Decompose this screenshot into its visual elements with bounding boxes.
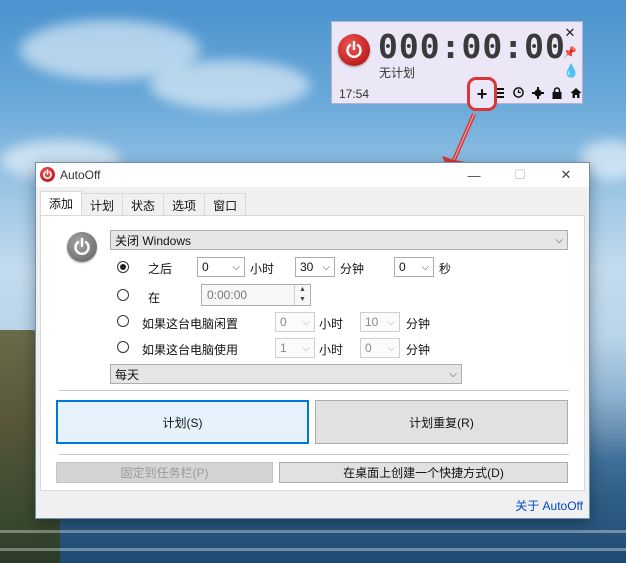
about-link[interactable]: 关于 AutoOff bbox=[515, 497, 583, 514]
mini-timer-widget: 000:00:00 无计划 17:54 ✕ 📌 💧 bbox=[331, 21, 583, 104]
time-spinner[interactable]: ▲ ▼ bbox=[294, 285, 310, 305]
radio-idle[interactable] bbox=[117, 315, 129, 327]
use-minutes-unit: 分钟 bbox=[406, 343, 431, 357]
idle-hours-select: 0 ⌵ bbox=[275, 312, 315, 332]
chevron-down-icon: ⌵ bbox=[387, 342, 395, 354]
idle-hours-value: 0 bbox=[280, 315, 287, 329]
title-bar[interactable]: AutoOff — ☐ ✕ bbox=[36, 163, 589, 187]
power-icon[interactable] bbox=[338, 34, 370, 66]
tab-options[interactable]: 选项 bbox=[163, 193, 206, 215]
tab-strip: 添加 计划 状态 选项 窗口 bbox=[40, 191, 247, 215]
drop-icon[interactable]: 💧 bbox=[563, 64, 579, 78]
idle-minutes-select: 10 ⌵ bbox=[360, 312, 400, 332]
use-label: 如果这台电脑使用 bbox=[142, 343, 239, 357]
schedule-repeat-button[interactable]: 计划重复(R) bbox=[315, 400, 568, 444]
use-hours-select: 1 ⌵ bbox=[275, 338, 315, 358]
radio-after[interactable] bbox=[117, 261, 129, 273]
chevron-down-icon: ⌵ bbox=[302, 342, 310, 354]
after-minutes-value: 30 bbox=[300, 260, 314, 274]
use-minutes-select: 0 ⌵ bbox=[360, 338, 400, 358]
repeat-value: 每天 bbox=[115, 367, 140, 382]
after-hours-value: 0 bbox=[202, 260, 209, 274]
schedule-button[interactable]: 计划(S) bbox=[56, 400, 309, 444]
after-seconds-select[interactable]: 0 ⌵ bbox=[394, 257, 434, 277]
chevron-down-icon: ⌵ bbox=[322, 261, 330, 273]
tab-window[interactable]: 窗口 bbox=[204, 193, 247, 215]
chevron-down-icon: ⌵ bbox=[555, 234, 563, 246]
chevron-down-icon: ⌵ bbox=[449, 368, 457, 380]
pin-icon[interactable]: 📌 bbox=[563, 46, 577, 60]
use-hours-unit: 小时 bbox=[319, 343, 344, 357]
countdown-display: 000:00:00 bbox=[378, 27, 566, 66]
current-time: 17:54 bbox=[339, 87, 370, 101]
radio-use[interactable] bbox=[117, 341, 129, 353]
hours-unit: 小时 bbox=[250, 262, 275, 276]
idle-hours-unit: 小时 bbox=[319, 317, 344, 331]
radio-at[interactable] bbox=[117, 289, 129, 301]
at-time-value: 0:00:00 bbox=[207, 288, 248, 302]
tab-status[interactable]: 状态 bbox=[122, 193, 165, 215]
chevron-down-icon: ⌵ bbox=[387, 316, 395, 328]
action-value: 关闭 Windows bbox=[115, 233, 192, 248]
minutes-unit: 分钟 bbox=[340, 262, 365, 276]
use-hours-value: 1 bbox=[280, 341, 287, 355]
close-button[interactable]: ✕ bbox=[543, 163, 589, 187]
after-hours-select[interactable]: 0 ⌵ bbox=[197, 257, 245, 277]
lock-icon[interactable] bbox=[549, 85, 564, 100]
divider bbox=[59, 454, 569, 455]
action-select[interactable]: 关闭 Windows ⌵ bbox=[110, 230, 568, 250]
add-panel: 关闭 Windows ⌵ 之后 0 ⌵ 小时 30 ⌵ 分钟 0 ⌵ 秒 在 0:00:… bbox=[40, 215, 585, 491]
autooff-window: AutoOff — ☐ ✕ 添加 计划 状态 选项 窗口 关闭 Windows ⌵… bbox=[35, 162, 590, 519]
seconds-unit: 秒 bbox=[439, 262, 452, 276]
app-power-icon bbox=[40, 167, 55, 182]
divider bbox=[59, 390, 569, 391]
after-minutes-select[interactable]: 30 ⌵ bbox=[295, 257, 335, 277]
home-icon[interactable] bbox=[568, 85, 583, 100]
idle-minutes-value: 10 bbox=[365, 315, 379, 329]
repeat-select[interactable]: 每天 ⌵ bbox=[110, 364, 462, 384]
chevron-down-icon: ⌵ bbox=[421, 261, 429, 273]
add-timer-button[interactable]: + bbox=[467, 77, 497, 111]
chevron-down-icon: ⌵ bbox=[302, 316, 310, 328]
clock-icon[interactable] bbox=[511, 85, 526, 100]
plan-status: 无计划 bbox=[379, 66, 416, 80]
at-time-input[interactable]: 0:00:00 ▲ ▼ bbox=[201, 284, 311, 306]
power-icon bbox=[67, 232, 97, 262]
at-label: 在 bbox=[148, 291, 161, 305]
minimize-button[interactable]: — bbox=[451, 163, 497, 187]
close-icon[interactable]: ✕ bbox=[563, 26, 577, 40]
tab-add[interactable]: 添加 bbox=[40, 191, 83, 215]
idle-label: 如果这台电脑闲置 bbox=[142, 317, 239, 331]
desktop-shortcut-button[interactable]: 在桌面上创建一个快捷方式(D) bbox=[279, 462, 568, 483]
chevron-down-icon: ⌵ bbox=[232, 261, 240, 273]
maximize-button: ☐ bbox=[514, 167, 526, 182]
gear-icon[interactable] bbox=[530, 85, 545, 100]
idle-minutes-unit: 分钟 bbox=[406, 317, 431, 331]
use-minutes-value: 0 bbox=[365, 341, 372, 355]
after-seconds-value: 0 bbox=[399, 260, 406, 274]
pin-taskbar-button: 固定到任务栏(P) bbox=[56, 462, 273, 483]
plus-icon: + bbox=[476, 83, 488, 104]
tab-schedule[interactable]: 计划 bbox=[81, 193, 124, 215]
window-title: AutoOff bbox=[60, 168, 101, 182]
after-label: 之后 bbox=[148, 262, 173, 276]
